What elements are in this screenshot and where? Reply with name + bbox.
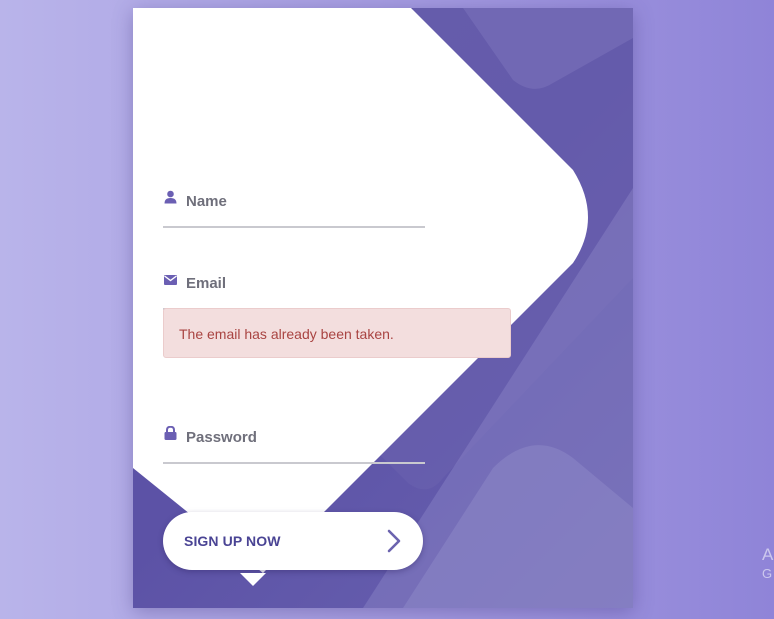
password-field[interactable]: Password [163,426,425,464]
watermark-text: A G [762,544,773,582]
envelope-icon [164,275,177,285]
chevron-right-icon [387,529,401,553]
signup-card: Name Email The email has already been ta… [133,8,633,608]
watermark-line-2: G [762,566,773,581]
button-pointer [240,573,266,586]
sign-up-button[interactable]: SIGN UP NOW [163,512,423,570]
email-field[interactable]: Email [163,272,425,310]
password-label: Password [186,429,257,446]
email-error-alert: The email has already been taken. [163,308,511,358]
email-label: Email [186,275,227,292]
error-message: The email has already been taken. [179,326,394,342]
user-icon [164,190,177,204]
sign-up-button-label: SIGN UP NOW [184,533,281,549]
lock-icon [164,426,177,440]
watermark-line-1: A [762,545,774,564]
name-field[interactable]: Name [163,190,425,228]
name-label: Name [186,193,227,210]
